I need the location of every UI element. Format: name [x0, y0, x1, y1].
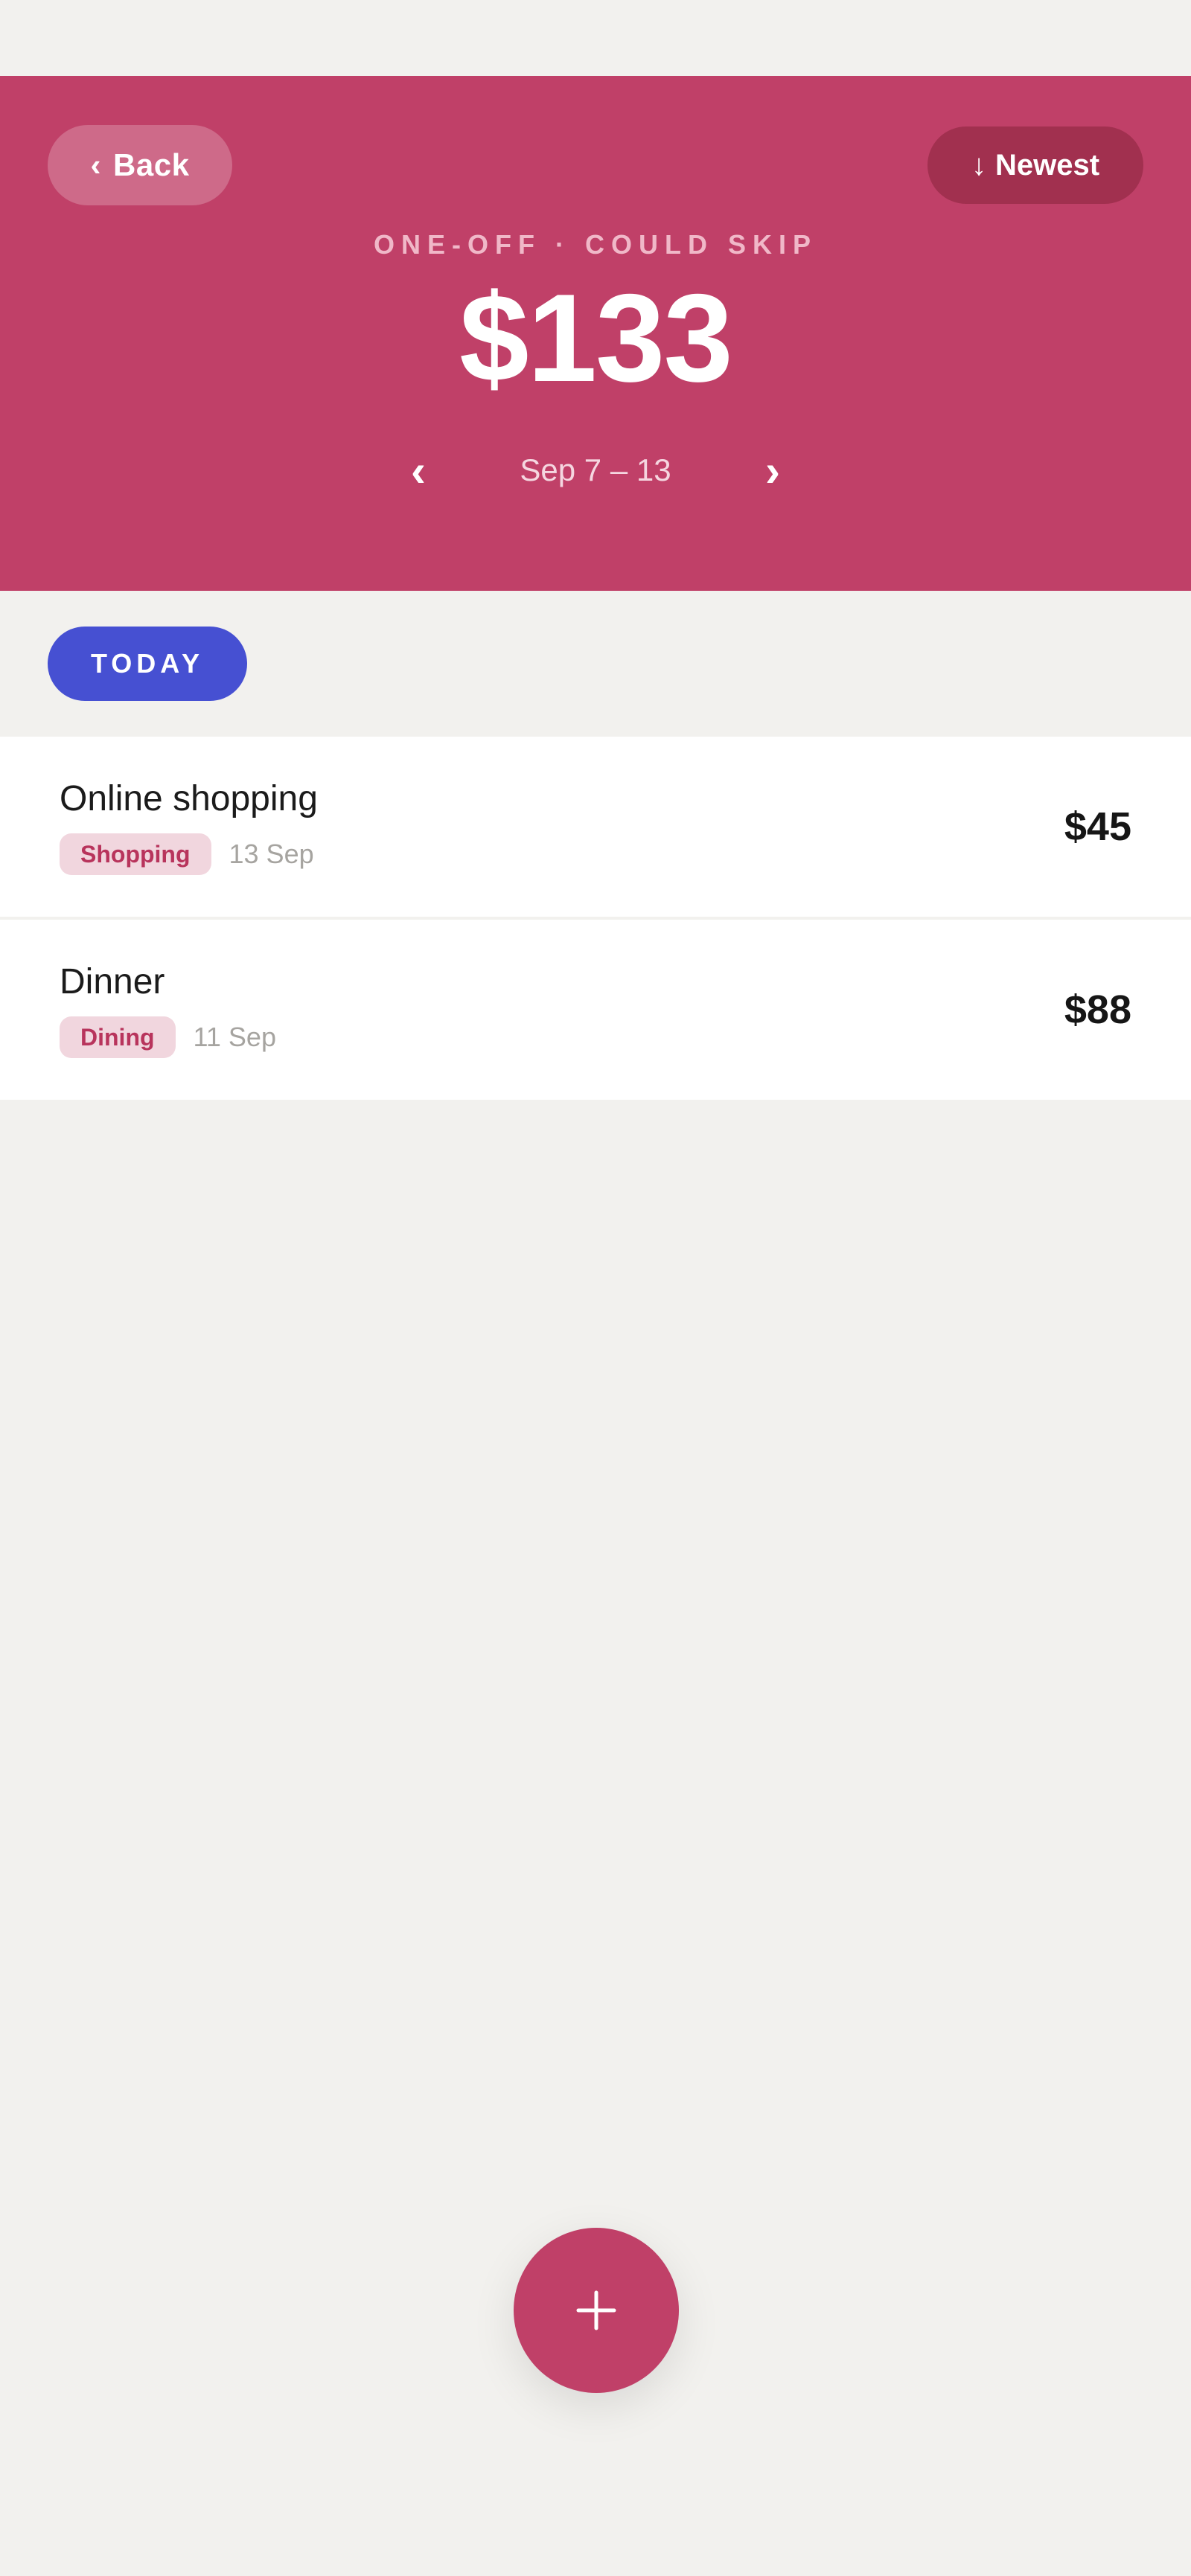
next-week-button[interactable]: › — [743, 440, 802, 500]
transaction-date: 11 Sep — [193, 1022, 276, 1052]
category-eyebrow: ONE-OFF · COULD SKIP — [374, 229, 817, 260]
transaction-title: Online shopping — [60, 779, 318, 818]
prev-week-button[interactable]: ‹ — [389, 440, 448, 500]
total-amount: $133 — [459, 268, 733, 408]
chevron-left-icon: ‹ — [411, 445, 426, 496]
transaction-meta: Dining 11 Sep — [60, 1016, 276, 1058]
transaction-meta: Shopping 13 Sep — [60, 833, 314, 875]
arrow-down-icon: ↓ — [971, 148, 986, 182]
today-filter-chip[interactable]: TODAY — [48, 627, 247, 701]
summary-header: ‹ Back ↓ Newest ONE-OFF · COULD SKIP $13… — [0, 76, 1191, 591]
back-button-label: Back — [113, 147, 190, 182]
add-transaction-button[interactable] — [514, 2228, 679, 2393]
date-range-nav: Sep 7 – 13 ‹ › — [0, 440, 1191, 500]
plus-icon — [575, 2290, 617, 2331]
transaction-amount: $88 — [1064, 987, 1131, 1032]
category-tag: Shopping — [60, 833, 211, 875]
category-tag: Dining — [60, 1016, 176, 1058]
transaction-list: Online shopping Shopping 13 Sep $45 Dinn… — [0, 737, 1191, 1100]
transaction-row[interactable]: Dinner Dining 11 Sep $88 — [0, 920, 1191, 1100]
transaction-row[interactable]: Online shopping Shopping 13 Sep $45 — [0, 737, 1191, 917]
date-range-label: Sep 7 – 13 — [520, 452, 671, 487]
sort-newest-button[interactable]: ↓ Newest — [927, 126, 1143, 204]
transaction-date: 13 Sep — [229, 839, 314, 869]
transaction-amount: $45 — [1064, 804, 1131, 849]
sort-button-label: Newest — [994, 148, 1100, 182]
chevron-right-icon: › — [765, 445, 780, 496]
back-button[interactable]: ‹ Back — [48, 125, 232, 205]
transaction-title: Dinner — [60, 962, 165, 1002]
chevron-left-icon: ‹ — [90, 147, 102, 182]
